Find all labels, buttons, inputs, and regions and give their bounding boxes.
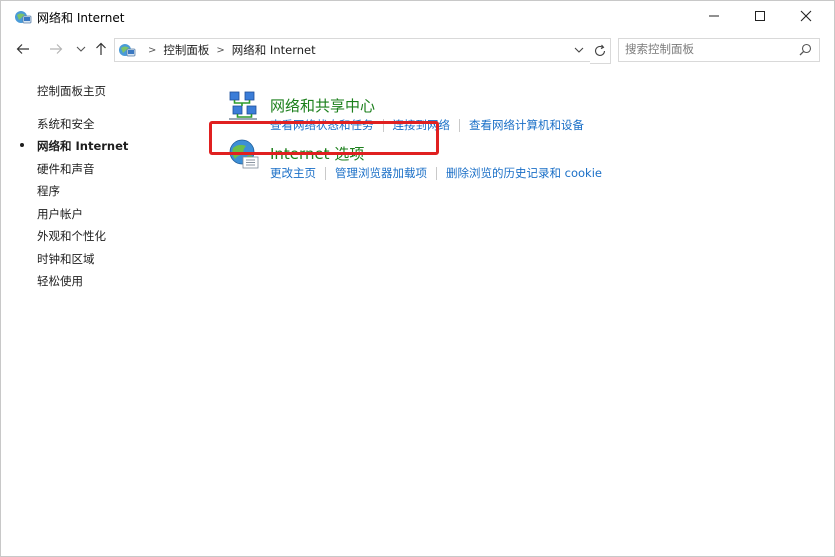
- sidebar-item-ease-of-access[interactable]: 轻松使用: [37, 273, 83, 289]
- sidebar-item-appearance[interactable]: 外观和个性化: [37, 228, 106, 244]
- navigation-bar: > 控制面板 > 网络和 Internet: [1, 35, 834, 64]
- breadcrumb-item-control-panel[interactable]: 控制面板: [163, 42, 209, 58]
- sidebar-item-network-internet[interactable]: 网络和 Internet: [37, 138, 128, 154]
- category-title-internet-options[interactable]: Internet 选项: [270, 143, 364, 164]
- category-network-sharing: 网络和共享中心 查看网络状态和任务 连接到网络 查看网络计算机和设备: [211, 89, 831, 137]
- chevron-right-icon: >: [148, 44, 157, 56]
- arrow-left-icon: [16, 44, 29, 54]
- link-view-network-status[interactable]: 查看网络状态和任务: [270, 117, 374, 133]
- maximize-button[interactable]: [737, 1, 783, 31]
- link-manage-addons[interactable]: 管理浏览器加载项: [335, 165, 427, 181]
- arrow-right-icon: [50, 44, 63, 54]
- close-button[interactable]: [783, 1, 829, 31]
- link-connect-to-network[interactable]: 连接到网络: [393, 117, 451, 133]
- link-separator: [325, 166, 326, 180]
- link-separator: [459, 118, 460, 132]
- close-icon: [800, 10, 812, 22]
- address-dropdown-icon[interactable]: [573, 46, 585, 56]
- category-title-network-sharing[interactable]: 网络和共享中心: [270, 95, 375, 116]
- link-delete-browsing-history[interactable]: 删除浏览的历史记录和 cookie: [446, 165, 602, 181]
- sidebar-item-control-panel-home[interactable]: 控制面板主页: [37, 83, 106, 99]
- sidebar-item-system-security[interactable]: 系统和安全: [37, 116, 95, 132]
- address-bar[interactable]: > 控制面板 > 网络和 Internet: [114, 38, 591, 62]
- control-panel-window: 网络和 Internet > 控制面板 > 网络和 Internet 搜索控制面…: [0, 0, 835, 557]
- active-item-bullet: [20, 143, 24, 147]
- window-title: 网络和 Internet: [37, 11, 125, 25]
- sidebar-item-clock-region[interactable]: 时钟和区域: [37, 251, 95, 267]
- refresh-button[interactable]: [590, 38, 611, 64]
- recent-locations-button[interactable]: [71, 38, 91, 60]
- chevron-right-icon: >: [216, 44, 225, 56]
- link-change-homepage[interactable]: 更改主页: [270, 165, 316, 181]
- up-button[interactable]: [91, 38, 111, 60]
- search-icon[interactable]: [799, 43, 812, 56]
- title-bar: 网络和 Internet: [1, 1, 834, 32]
- refresh-icon: [594, 44, 606, 56]
- sidebar-item-user-accounts[interactable]: 用户帐户: [37, 206, 83, 222]
- network-location-icon: [119, 44, 136, 57]
- search-box[interactable]: [618, 38, 820, 62]
- arrow-up-icon: [96, 42, 106, 55]
- network-app-icon: [15, 11, 32, 24]
- category-links-internet-options: 更改主页 管理浏览器加载项 删除浏览的历史记录和 cookie: [270, 165, 602, 181]
- breadcrumb: > 控制面板 > 网络和 Internet: [141, 39, 316, 61]
- network-sharing-icon[interactable]: [227, 89, 261, 123]
- category-internet-options: Internet 选项 更改主页 管理浏览器加载项 删除浏览的历史记录和 coo…: [211, 137, 831, 185]
- link-separator: [382, 118, 384, 132]
- breadcrumb-item-network-internet[interactable]: 网络和 Internet: [232, 42, 316, 58]
- search-input[interactable]: [625, 41, 785, 57]
- maximize-icon: [755, 11, 765, 21]
- back-button[interactable]: [13, 38, 33, 60]
- category-links-network-sharing: 查看网络状态和任务 连接到网络 查看网络计算机和设备: [270, 117, 584, 133]
- sidebar-item-programs[interactable]: 程序: [37, 183, 60, 199]
- internet-options-globe-icon[interactable]: [227, 137, 261, 171]
- sidebar-item-hardware-sound[interactable]: 硬件和声音: [37, 161, 95, 177]
- forward-button[interactable]: [46, 38, 66, 60]
- minimize-button[interactable]: [691, 1, 737, 31]
- link-separator: [436, 166, 437, 180]
- link-view-network-computers[interactable]: 查看网络计算机和设备: [469, 117, 584, 133]
- chevron-down-icon: [76, 46, 86, 52]
- minimize-icon: [709, 15, 719, 17]
